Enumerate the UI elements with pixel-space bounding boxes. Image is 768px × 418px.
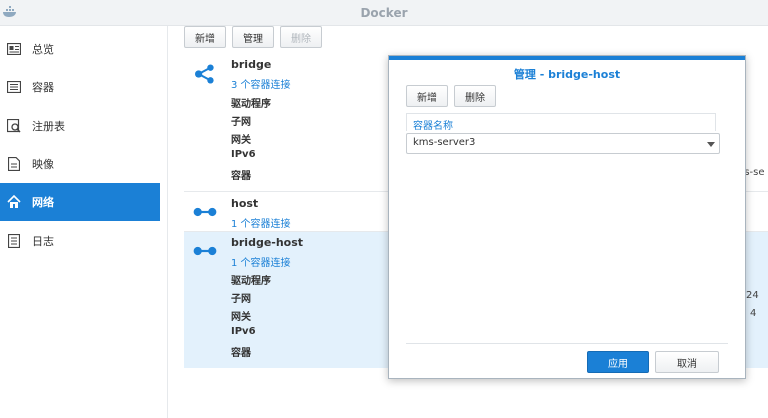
log-icon bbox=[5, 232, 23, 250]
network-name: bridge bbox=[231, 58, 272, 71]
image-icon bbox=[5, 155, 23, 173]
sidebar-item-network[interactable]: 网络 bbox=[0, 183, 160, 221]
manage-button[interactable]: 管理 bbox=[232, 26, 274, 48]
dialog-divider bbox=[406, 343, 728, 344]
container-name-column-header: 容器名称 bbox=[406, 113, 716, 132]
container-count-link[interactable]: 3 个容器连接 bbox=[231, 76, 291, 91]
container-count-link[interactable]: 1 个容器连接 bbox=[231, 215, 291, 230]
toolbar: 新增 管理 删除 bbox=[184, 26, 322, 48]
manage-dialog: 管理 - bridge-host 新增 删除 容器名称 kms-server3 … bbox=[388, 55, 746, 379]
link-network-icon bbox=[193, 246, 217, 256]
network-name: bridge-host bbox=[231, 236, 304, 249]
sidebar-item-label: 映像 bbox=[32, 158, 54, 171]
container-select-value: kms-server3 bbox=[413, 137, 476, 148]
container-select[interactable]: kms-server3 bbox=[406, 133, 720, 154]
sidebar-item-container[interactable]: 容器 bbox=[0, 68, 160, 106]
sidebar-item-label: 容器 bbox=[32, 81, 54, 94]
share-network-icon bbox=[195, 64, 214, 84]
prop-gateway-label: 网关 bbox=[231, 135, 251, 146]
prop-ipv6-label: IPv6 bbox=[231, 149, 256, 160]
sidebar-item-label: 日志 bbox=[32, 235, 54, 248]
sidebar-item-label: 网络 bbox=[32, 196, 54, 209]
prop-driver-label: 驱动程序 bbox=[231, 276, 271, 287]
sidebar-item-log[interactable]: 日志 bbox=[0, 222, 160, 260]
dialog-delete-button[interactable]: 删除 bbox=[454, 85, 496, 107]
dialog-add-button[interactable]: 新增 bbox=[406, 85, 448, 107]
delete-button[interactable]: 删除 bbox=[280, 26, 322, 48]
cancel-button[interactable]: 取消 bbox=[655, 351, 719, 373]
prop-gateway-value: 4 bbox=[750, 308, 757, 319]
apply-button[interactable]: 应用 bbox=[587, 351, 649, 373]
network-icon bbox=[5, 193, 23, 211]
dialog-title: 管理 - bridge-host bbox=[513, 68, 621, 81]
prop-subnet-value: 24 bbox=[746, 290, 759, 301]
sidebar-item-label: 总览 bbox=[32, 43, 54, 56]
prop-subnet-label: 子网 bbox=[231, 117, 251, 128]
sidebar-item-image[interactable]: 映像 bbox=[0, 145, 160, 183]
prop-ipv6-label: IPv6 bbox=[231, 326, 256, 337]
link-network-icon bbox=[193, 207, 217, 217]
container-icon bbox=[5, 78, 23, 96]
sidebar-item-overview[interactable]: 总览 bbox=[0, 30, 160, 68]
overview-icon bbox=[5, 40, 23, 58]
network-name: host bbox=[231, 197, 259, 210]
registry-icon bbox=[5, 117, 23, 135]
title-bar: Docker bbox=[0, 0, 768, 26]
prop-subnet-label: 子网 bbox=[231, 294, 251, 305]
container-count-link[interactable]: 1 个容器连接 bbox=[231, 254, 291, 269]
prop-driver-label: 驱动程序 bbox=[231, 99, 271, 110]
chevron-down-icon bbox=[707, 142, 715, 147]
prop-containers-label: 容器 bbox=[231, 171, 251, 182]
prop-containers-label: 容器 bbox=[231, 348, 251, 359]
prop-gateway-label: 网关 bbox=[231, 312, 251, 323]
add-button[interactable]: 新增 bbox=[184, 26, 226, 48]
sidebar: 总览 容器 注册表 映像 网络 日志 bbox=[0, 26, 168, 418]
dialog-toolbar: 新增 删除 bbox=[406, 85, 496, 107]
sidebar-item-label: 注册表 bbox=[32, 120, 65, 133]
window-title: Docker bbox=[360, 6, 408, 20]
sidebar-item-registry[interactable]: 注册表 bbox=[0, 107, 160, 145]
